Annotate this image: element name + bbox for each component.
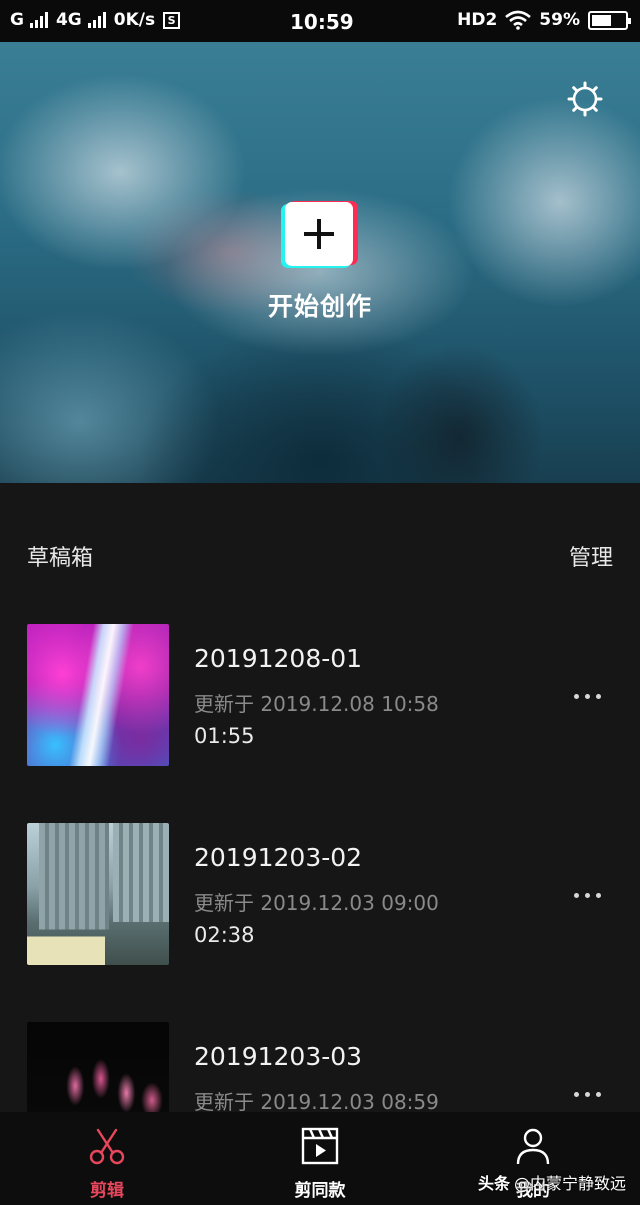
draft-duration: 01:55 — [194, 724, 255, 748]
wifi-icon — [505, 10, 532, 30]
drafts-title: 草稿箱 — [27, 546, 94, 571]
draft-name: 20191208-01 — [194, 644, 363, 673]
draft-thumbnail[interactable] — [27, 823, 169, 965]
nav-tab-template[interactable]: 剪同款 — [250, 1112, 390, 1205]
draft-name: 20191203-03 — [194, 1042, 363, 1071]
draft-item[interactable]: 20191208-01 更新于 2019.12.08 10:58 01:55 — [0, 624, 640, 769]
signal-strength-icon — [29, 12, 48, 28]
carrier-label-1: G — [10, 10, 24, 30]
more-options-icon[interactable] — [574, 885, 614, 905]
sim-badge-icon: S — [163, 11, 181, 29]
carrier-label-2: 4G — [55, 10, 82, 30]
create-label[interactable]: 开始创作 — [0, 287, 640, 323]
app-screen: G 4G 0K/s S 10:59 HD2 59% 开始创作 草稿箱 管理 20… — [0, 0, 640, 1205]
status-bar: G 4G 0K/s S 10:59 HD2 59% — [0, 0, 640, 42]
person-icon — [516, 1128, 550, 1165]
hd-indicator: HD2 — [457, 10, 498, 30]
watermark: 头条 @内蒙宁静致远 — [478, 1170, 626, 1194]
battery-fill — [592, 14, 611, 26]
nav-label-template: 剪同款 — [294, 1181, 346, 1201]
watermark-handle: @内蒙宁静致远 — [513, 1174, 626, 1193]
watermark-brand: 头条 — [477, 1174, 510, 1193]
battery-icon — [588, 10, 631, 30]
draft-updated: 更新于 2019.12.08 10:58 — [194, 692, 439, 716]
draft-thumbnail[interactable] — [27, 624, 169, 766]
status-right: HD2 59% — [457, 10, 631, 30]
battery-percent: 59% — [539, 10, 580, 30]
nav-label-edit: 剪辑 — [90, 1181, 124, 1201]
manage-button[interactable]: 管理 — [569, 540, 613, 572]
draft-name: 20191203-02 — [194, 843, 363, 872]
network-speed: 0K/s — [113, 10, 156, 30]
draft-duration: 02:38 — [194, 923, 255, 947]
hero-banner: 开始创作 — [0, 42, 640, 483]
clapperboard-icon — [301, 1127, 339, 1165]
status-left: G 4G 0K/s S — [10, 10, 181, 30]
create-button-face — [285, 202, 353, 266]
draft-updated: 更新于 2019.12.03 09:00 — [194, 891, 439, 915]
draft-updated: 更新于 2019.12.03 08:59 — [194, 1090, 439, 1114]
signal-strength-icon-2 — [87, 12, 106, 28]
gear-icon[interactable] — [566, 80, 604, 118]
more-options-icon[interactable] — [574, 686, 614, 706]
more-options-icon[interactable] — [574, 1084, 614, 1104]
status-time: 10:59 — [290, 10, 354, 34]
scissors-icon — [89, 1128, 125, 1165]
create-button[interactable] — [281, 201, 358, 268]
nav-tab-edit[interactable]: 剪辑 — [37, 1112, 177, 1205]
plus-icon — [304, 219, 334, 249]
draft-item[interactable]: 20191203-02 更新于 2019.12.03 09:00 02:38 — [0, 823, 640, 968]
hero-background-figure — [375, 342, 545, 483]
